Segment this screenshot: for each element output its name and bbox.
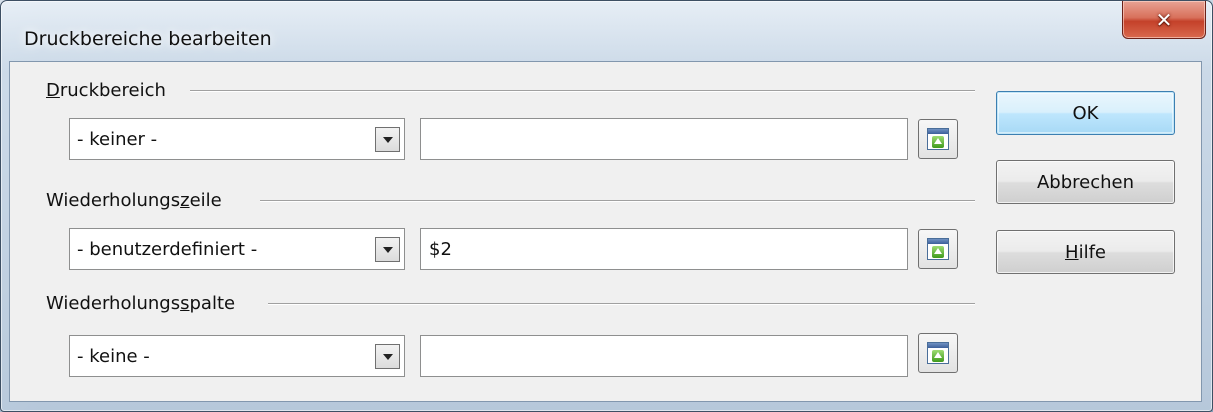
repeat-column-label: Wiederholungsspalte [46, 293, 244, 314]
cancel-button[interactable]: Abbrechen [996, 160, 1175, 204]
shrink-icon-bar [928, 239, 948, 244]
combo-value: - benutzerdefiniert - [77, 239, 258, 260]
ok-button[interactable]: OK [996, 91, 1175, 135]
shrink-icon-arrow [932, 350, 944, 362]
repeat-column-combo[interactable]: - keine - [69, 335, 405, 377]
combo-value: - keiner - [77, 129, 158, 150]
label-part: palte [189, 293, 236, 314]
help-button[interactable]: Hilfe [996, 230, 1175, 274]
cancel-button-label: Abbrechen [1036, 171, 1135, 193]
shrink-dialog-icon [927, 238, 949, 260]
repeat-row-label: Wiederholungszeile [46, 190, 230, 211]
chevron-down-icon [382, 353, 393, 360]
chevron-down-icon [382, 246, 393, 253]
section-separator [190, 90, 975, 92]
dialog-title: Druckbereiche bearbeiten [24, 28, 272, 50]
label-part: Wiederholungs [46, 190, 181, 211]
label-mnemonic: z [180, 190, 190, 211]
label-part: eile [189, 190, 222, 211]
help-button-label: Hilfe [1065, 242, 1106, 263]
field-value: $2 [429, 239, 452, 260]
ok-button-label: OK [1072, 102, 1099, 124]
combo-value: - keine - [77, 346, 150, 367]
print-range-combo[interactable]: - keiner - [69, 118, 405, 160]
shrink-dialog-icon [927, 128, 949, 150]
label-part: ruckbereich [59, 80, 166, 101]
repeat-row-shrink-button[interactable] [918, 229, 958, 269]
print-range-field[interactable] [420, 118, 908, 160]
section-separator [260, 200, 975, 202]
label-mnemonic: H [1065, 241, 1079, 263]
dropdown-button[interactable] [375, 344, 400, 369]
shrink-icon-bar [928, 343, 948, 348]
close-button[interactable]: ✕ [1122, 1, 1206, 39]
shrink-icon-bar [928, 129, 948, 134]
label-part: Wiederholungs [46, 293, 181, 314]
label-mnemonic: D [46, 80, 60, 101]
print-range-label: Druckbereich [46, 80, 174, 101]
repeat-row-field[interactable]: $2 [420, 228, 908, 270]
repeat-row-combo[interactable]: - benutzerdefiniert - [69, 228, 405, 270]
shrink-icon-arrow [932, 246, 944, 258]
repeat-column-shrink-button[interactable] [918, 333, 958, 373]
dropdown-button[interactable] [375, 127, 400, 152]
repeat-column-field[interactable] [420, 335, 908, 377]
dropdown-button[interactable] [375, 237, 400, 262]
section-separator [268, 303, 975, 305]
label-mnemonic: s [180, 293, 190, 314]
chevron-down-icon [382, 136, 393, 143]
shrink-icon-arrow [932, 136, 944, 148]
shrink-dialog-icon [927, 342, 949, 364]
title-bar[interactable]: Druckbereiche bearbeiten ✕ [1, 1, 1212, 61]
print-range-shrink-button[interactable] [918, 119, 958, 159]
close-icon: ✕ [1155, 7, 1173, 32]
dialog-content: Druckbereich - keiner - Wiederholungszei… [9, 61, 1202, 402]
label-part: ilfe [1078, 241, 1106, 263]
